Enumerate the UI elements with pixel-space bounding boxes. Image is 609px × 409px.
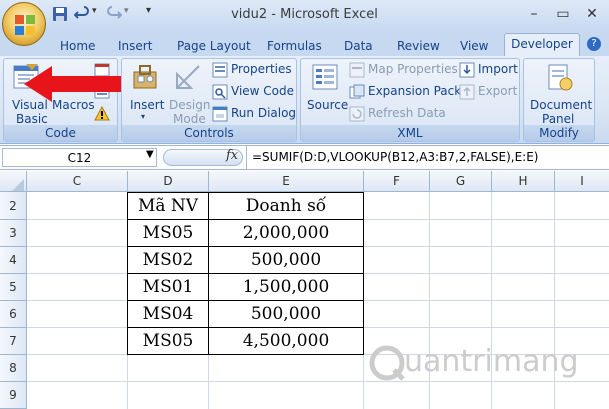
tab-view[interactable]: View: [460, 36, 488, 56]
table-cell[interactable]: 2,000,000: [208, 219, 364, 247]
design-mode-button[interactable]: Design Mode: [166, 60, 211, 126]
office-logo-icon: [15, 15, 35, 35]
row-header-2[interactable]: 2: [0, 192, 27, 220]
expansion-packs-icon: [349, 84, 365, 99]
import-button[interactable]: Import: [478, 62, 518, 76]
design-mode-label-1: Design: [169, 98, 211, 112]
row-header-6[interactable]: 6: [0, 301, 27, 328]
code-group-label: Code: [4, 125, 117, 141]
formula-input[interactable]: =SUMIF(D:D,VLOOKUP(B12,A3:B7,2,FALSE),E:…: [252, 150, 539, 164]
close-button[interactable]: ✕: [580, 4, 604, 24]
visual-basic-label-2: Basic: [16, 112, 48, 126]
column-header-f[interactable]: F: [364, 171, 430, 192]
name-box-dropdown-icon[interactable]: ▼: [146, 149, 154, 160]
insert-control-label: Insert: [130, 98, 165, 112]
view-code-icon: [212, 84, 228, 100]
help-icon[interactable]: ?: [587, 37, 601, 51]
column-header-h[interactable]: H: [492, 171, 555, 192]
source-icon: [312, 64, 338, 90]
import-icon: [459, 62, 475, 78]
column-header-g[interactable]: G: [430, 171, 492, 192]
office-button[interactable]: [2, 2, 46, 46]
run-dialog-button[interactable]: Run Dialog: [231, 106, 296, 120]
export-icon: [459, 84, 475, 100]
watermark-text: uantrimang: [404, 344, 579, 379]
table-cell[interactable]: MS02: [127, 246, 209, 274]
document-panel-label-1: Document: [530, 98, 593, 112]
minimize-button[interactable]: –: [522, 4, 546, 24]
select-all-triangle-icon: [12, 179, 24, 191]
tab-data[interactable]: Data: [344, 36, 373, 56]
table-header-doanh-so[interactable]: Doanh số: [208, 192, 364, 220]
table-cell[interactable]: 4,500,000: [208, 327, 364, 355]
view-code-button[interactable]: View Code: [231, 84, 294, 98]
table-cell[interactable]: MS05: [127, 219, 209, 247]
table-cell[interactable]: MS04: [127, 300, 209, 328]
formula-divider: [246, 146, 247, 169]
column-header-c[interactable]: C: [27, 171, 128, 192]
refresh-data-icon: [349, 106, 365, 122]
window-title: vidu2 - Microsoft Excel: [231, 7, 378, 22]
modify-group-label: Modify: [524, 125, 594, 141]
export-button[interactable]: Export: [478, 84, 517, 98]
tab-home[interactable]: Home: [60, 36, 95, 56]
table-cell[interactable]: 500,000: [208, 300, 364, 328]
design-mode-icon: [176, 65, 200, 89]
properties-icon: [212, 62, 228, 78]
column-header-d[interactable]: D: [128, 171, 209, 192]
insert-function-button[interactable]: fx: [226, 148, 238, 163]
red-arrow-icon: [24, 66, 130, 102]
design-mode-label-2: Mode: [173, 112, 206, 126]
document-panel-button[interactable]: Document Panel: [526, 60, 593, 126]
tab-formulas[interactable]: Formulas: [267, 36, 322, 56]
run-dialog-icon: [212, 106, 228, 122]
map-properties-icon: [349, 62, 365, 78]
map-properties-button[interactable]: Map Properties: [368, 62, 458, 76]
row-header-3[interactable]: 3: [0, 220, 27, 247]
table-cell[interactable]: MS01: [127, 273, 209, 301]
document-panel-icon: [548, 64, 573, 91]
table-cell[interactable]: 500,000: [208, 246, 364, 274]
tab-insert[interactable]: Insert: [118, 36, 152, 56]
name-box[interactable]: C12: [2, 148, 157, 167]
select-all-button[interactable]: [0, 171, 27, 192]
table-cell[interactable]: 1,500,000: [208, 273, 364, 301]
expansion-packs-button[interactable]: Expansion Packs: [368, 84, 467, 98]
insert-control-button[interactable]: Insert ▾: [126, 60, 166, 124]
column-header-i[interactable]: I: [555, 171, 609, 192]
insert-dropdown-icon: ▾: [141, 112, 146, 121]
row-header-9[interactable]: 9: [0, 382, 27, 409]
maximize-button[interactable]: ▭: [551, 4, 575, 24]
tab-page-layout[interactable]: Page Layout: [177, 36, 251, 56]
column-header-e[interactable]: E: [209, 171, 364, 192]
watermark-logo-icon: [369, 345, 405, 381]
xml-group-label: XML: [301, 125, 519, 141]
macro-security-icon[interactable]: [94, 106, 110, 122]
row-header-7[interactable]: 7: [0, 328, 27, 355]
table-cell[interactable]: MS05: [127, 327, 209, 355]
document-panel-label-2: Panel: [542, 112, 575, 126]
source-button[interactable]: Source: [304, 60, 349, 124]
refresh-data-button[interactable]: Refresh Data: [368, 106, 446, 120]
toolbox-icon: [133, 65, 157, 89]
source-label: Source: [307, 98, 349, 112]
tab-review[interactable]: Review: [397, 36, 440, 56]
row-header-4[interactable]: 4: [0, 247, 27, 274]
controls-group-label: Controls: [122, 125, 296, 141]
row-header-8[interactable]: 8: [0, 355, 27, 382]
watermark: uantrimang: [360, 340, 609, 390]
properties-button[interactable]: Properties: [231, 62, 292, 76]
tab-developer[interactable]: Developer: [504, 33, 580, 56]
table-header-ma-nv[interactable]: Mã NV: [127, 192, 209, 220]
row-header-5[interactable]: 5: [0, 274, 27, 301]
